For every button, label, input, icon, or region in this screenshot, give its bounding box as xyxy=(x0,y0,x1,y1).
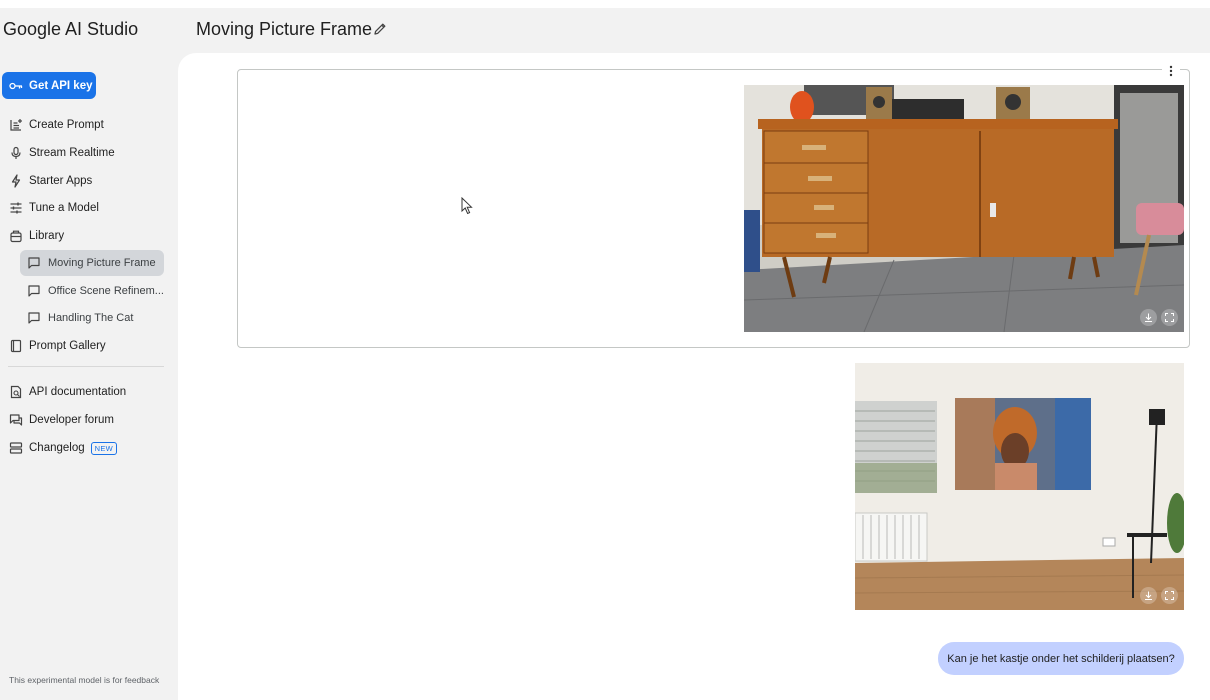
chat-panel: Kan je het kastje onder het schilderij p… xyxy=(178,53,1210,700)
brand-logo[interactable]: Google AI Studio xyxy=(3,19,138,40)
pencil-icon[interactable] xyxy=(372,21,388,37)
nav-stream-realtime[interactable]: Stream Realtime xyxy=(0,141,115,165)
uploaded-image-sideboard[interactable] xyxy=(744,85,1184,332)
mouse-cursor-icon xyxy=(461,197,473,215)
nav-label: API documentation xyxy=(29,386,127,398)
nav-label: Create Prompt xyxy=(29,119,104,131)
user-message-bubble: Kan je het kastje onder het schilderij p… xyxy=(938,642,1184,675)
experimental-footnote: This experimental model is for feedback xyxy=(9,675,160,685)
image-actions xyxy=(1140,309,1178,326)
nav-create-prompt[interactable]: Create Prompt xyxy=(0,113,104,137)
library-item-label: Office Scene Refinem... xyxy=(48,285,164,297)
nav-label: Developer forum xyxy=(29,414,115,426)
sidebar: Get API key Create Prompt Stream Realtim… xyxy=(0,56,178,700)
microphone-icon xyxy=(8,145,24,161)
image-actions xyxy=(1140,587,1178,604)
key-icon xyxy=(9,82,23,89)
nav-label: Tune a Model xyxy=(29,202,99,214)
nav-label: Stream Realtime xyxy=(29,147,115,159)
nav-library[interactable]: Library xyxy=(0,224,64,248)
nav-api-documentation[interactable]: API documentation xyxy=(0,380,126,404)
new-badge: NEW xyxy=(90,441,118,455)
chat-bubble-icon xyxy=(28,257,40,269)
download-icon[interactable] xyxy=(1140,309,1157,326)
top-bar: Google AI Studio Moving Picture Frame xyxy=(0,0,1210,56)
nav-developer-forum[interactable]: Developer forum xyxy=(0,408,114,432)
top-strip xyxy=(0,0,1210,8)
page-title: Moving Picture Frame xyxy=(196,19,373,39)
nav-tune-model[interactable]: Tune a Model xyxy=(0,196,99,220)
library-item-moving-picture-frame[interactable]: Moving Picture Frame xyxy=(20,250,164,276)
get-api-key-label: Get API key xyxy=(29,79,93,92)
tune-icon xyxy=(8,200,24,216)
chat-bubble-icon xyxy=(28,312,40,324)
forum-icon xyxy=(8,412,24,428)
library-item-office-scene[interactable]: Office Scene Refinem... xyxy=(20,278,164,304)
get-api-key-button[interactable]: Get API key xyxy=(2,72,96,99)
fullscreen-icon[interactable] xyxy=(1161,587,1178,604)
fullscreen-icon[interactable] xyxy=(1161,309,1178,326)
nav-changelog[interactable]: Changelog NEW xyxy=(0,436,118,460)
download-icon[interactable] xyxy=(1140,587,1157,604)
bolt-icon xyxy=(8,173,24,189)
nav-prompt-gallery[interactable]: Prompt Gallery xyxy=(0,334,106,358)
library-item-label: Moving Picture Frame xyxy=(48,257,156,269)
chat-bubble-icon xyxy=(28,285,40,297)
sidebar-divider xyxy=(8,366,164,367)
prompt-gallery-icon xyxy=(8,338,24,354)
nav-label: Prompt Gallery xyxy=(29,340,106,352)
changelog-icon xyxy=(8,440,24,456)
nav-starter-apps[interactable]: Starter Apps xyxy=(0,169,92,193)
sideboard-photo xyxy=(744,85,1184,332)
nav-label: Changelog xyxy=(29,442,85,454)
painting-photo xyxy=(855,363,1184,610)
more-options-icon[interactable] xyxy=(1162,62,1180,80)
api-docs-icon xyxy=(8,384,24,400)
library-item-handling-the-cat[interactable]: Handling The Cat xyxy=(20,305,164,331)
create-prompt-icon xyxy=(8,117,24,133)
nav-label: Starter Apps xyxy=(29,175,93,187)
library-icon xyxy=(8,228,24,244)
library-item-label: Handling The Cat xyxy=(48,312,134,324)
uploaded-image-painting[interactable] xyxy=(855,363,1184,610)
nav-label: Library xyxy=(29,230,65,242)
